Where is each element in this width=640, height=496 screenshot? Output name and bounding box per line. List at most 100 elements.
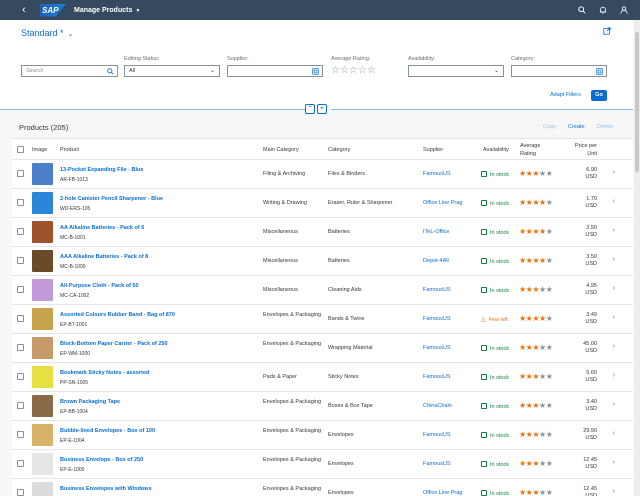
price-value: 4.95: [586, 283, 597, 289]
chevron-right-icon[interactable]: ›: [613, 430, 615, 437]
row-checkbox[interactable]: [17, 344, 24, 351]
row-checkbox[interactable]: [17, 489, 24, 496]
table-row[interactable]: Bookmark Sticky Notes - assorted PP-SN-10…: [12, 363, 633, 392]
variant-selector[interactable]: Standard * ⌄: [21, 28, 73, 38]
supplier-link[interactable]: Office Line Prag: [423, 200, 462, 207]
scrollbar-thumb[interactable]: [635, 32, 639, 172]
chevron-right-icon[interactable]: ›: [613, 488, 615, 495]
bell-icon[interactable]: [599, 6, 607, 14]
pin-header-icon[interactable]: ⌖: [317, 104, 327, 114]
chevron-right-icon[interactable]: ›: [613, 459, 615, 466]
value-help-icon[interactable]: [596, 68, 603, 75]
table-row[interactable]: Bubble-lined Envelopes - Box of 100 EP-E-…: [12, 421, 633, 450]
row-checkbox[interactable]: [17, 228, 24, 235]
chevron-right-icon[interactable]: ›: [613, 169, 615, 176]
availability-select[interactable]: ⌄: [408, 65, 504, 77]
app-title-menu[interactable]: Manage Products ▼: [74, 7, 140, 14]
col-main-category[interactable]: Main Category: [263, 147, 299, 153]
supplier-link[interactable]: FamousUS: [423, 374, 451, 381]
row-checkbox[interactable]: [17, 431, 24, 438]
copy-button[interactable]: Copy: [543, 124, 556, 130]
col-price-line1[interactable]: Price per: [575, 143, 597, 149]
collapse-header-icon[interactable]: ⌃: [305, 104, 315, 114]
chevron-right-icon[interactable]: ›: [613, 285, 615, 292]
table-row[interactable]: Assorted Colours Rubber Band - Bag of 87…: [12, 305, 633, 334]
product-name-link[interactable]: Block-Bottom Paper Carrier - Pack of 250: [60, 341, 168, 347]
value-help-icon[interactable]: [312, 68, 319, 75]
row-checkbox[interactable]: [17, 286, 24, 293]
search-input[interactable]: Search: [21, 65, 118, 77]
supplier-link[interactable]: Depot-4All: [423, 258, 449, 265]
col-image[interactable]: Image: [32, 147, 47, 153]
table-row[interactable]: Business Envelopes with Windows Envelopes…: [12, 479, 633, 496]
adapt-filters-button[interactable]: Adapt Filters: [550, 92, 581, 98]
col-supplier[interactable]: Supplier: [423, 147, 443, 153]
product-name-link[interactable]: All-Purpose Cloth - Pack of 50: [60, 283, 139, 289]
supplier-link[interactable]: FamousUS: [423, 171, 451, 178]
main-category-cell: Miscellaneous: [263, 229, 298, 235]
product-name-link[interactable]: 2-hole Canister Pencil Sharpener - Blue: [60, 196, 163, 202]
product-name-link[interactable]: Business Envelope - Box of 250: [60, 457, 143, 463]
table-row[interactable]: AAA Alkaline Batteries - Pack of 8 MC-B-1…: [12, 247, 633, 276]
row-checkbox[interactable]: [17, 257, 24, 264]
product-name-link[interactable]: Assorted Colours Rubber Band - Bag of 87…: [60, 312, 175, 318]
select-all-checkbox[interactable]: [17, 146, 24, 153]
delete-button[interactable]: Delete: [597, 124, 613, 130]
product-name-link[interactable]: AAA Alkaline Batteries - Pack of 8: [60, 254, 148, 260]
table-row[interactable]: Block-Bottom Paper Carrier - Pack of 250…: [12, 334, 633, 363]
category-input[interactable]: [511, 65, 607, 77]
table-row[interactable]: Brown Packaging Tape EP-BB-1004 Envelopes …: [12, 392, 633, 421]
table-row[interactable]: 2-hole Canister Pencil Sharpener - Blue W…: [12, 189, 633, 218]
product-name-link[interactable]: Business Envelopes with Windows: [60, 486, 152, 492]
search-icon[interactable]: [578, 6, 586, 14]
supplier-link[interactable]: FamousUS: [423, 287, 451, 294]
supplier-link[interactable]: FamousUS: [423, 316, 451, 323]
chevron-right-icon[interactable]: ›: [613, 256, 615, 263]
row-checkbox[interactable]: [17, 315, 24, 322]
product-name-link[interactable]: AA Alkaline Batteries - Pack of 6: [60, 225, 144, 231]
col-product[interactable]: Product: [60, 147, 79, 153]
table-row[interactable]: 13-Pocket Expanding File - Blue AR-FB-101…: [12, 160, 633, 189]
table-row[interactable]: Business Envelope - Box of 250 EP-E-1000 E…: [12, 450, 633, 479]
supplier-link[interactable]: FamousUS: [423, 461, 451, 468]
product-name-link[interactable]: Bookmark Sticky Notes - assorted: [60, 370, 149, 376]
product-thumbnail: [32, 279, 53, 301]
chevron-right-icon[interactable]: ›: [613, 343, 615, 350]
row-checkbox[interactable]: [17, 460, 24, 467]
create-button[interactable]: Create: [568, 124, 585, 130]
product-name-link[interactable]: Bubble-lined Envelopes - Box of 100: [60, 428, 155, 434]
chevron-right-icon[interactable]: ›: [613, 372, 615, 379]
table-row[interactable]: AA Alkaline Batteries - Pack of 6 MC-B-10…: [12, 218, 633, 247]
supplier-link[interactable]: ITeL-Office: [423, 229, 450, 236]
search-icon[interactable]: [107, 68, 114, 75]
chevron-right-icon[interactable]: ›: [613, 314, 615, 321]
supplier-link[interactable]: FamousUS: [423, 345, 451, 352]
back-icon[interactable]: ‹: [22, 0, 36, 20]
chevron-right-icon[interactable]: ›: [613, 198, 615, 205]
col-rating-line2[interactable]: Rating: [520, 151, 536, 157]
editing-status-select[interactable]: All ⌄: [124, 65, 220, 77]
supplier-link[interactable]: FamousUS: [423, 432, 451, 439]
rating-filter-stars[interactable]: ☆☆☆☆☆: [331, 65, 376, 76]
product-name-link[interactable]: 13-Pocket Expanding File - Blue: [60, 167, 143, 173]
share-icon[interactable]: [603, 27, 611, 35]
page-scrollbar[interactable]: [634, 20, 640, 496]
supplier-input[interactable]: [227, 65, 323, 77]
col-availability[interactable]: Availability: [483, 147, 509, 153]
table-row[interactable]: All-Purpose Cloth - Pack of 50 MC-CA-1002…: [12, 276, 633, 305]
go-button[interactable]: Go: [591, 90, 607, 101]
row-checkbox[interactable]: [17, 199, 24, 206]
chevron-right-icon[interactable]: ›: [613, 401, 615, 408]
row-checkbox[interactable]: [17, 170, 24, 177]
in-stock-icon: [481, 461, 487, 467]
supplier-link[interactable]: ChinaChain: [423, 403, 452, 410]
supplier-link[interactable]: Office Line Prag: [423, 490, 462, 496]
row-checkbox[interactable]: [17, 402, 24, 409]
row-checkbox[interactable]: [17, 373, 24, 380]
user-icon[interactable]: [620, 6, 628, 14]
product-name-link[interactable]: Brown Packaging Tape: [60, 399, 120, 405]
col-price-line2[interactable]: Unit: [587, 151, 597, 157]
chevron-right-icon[interactable]: ›: [613, 227, 615, 234]
col-rating-line1[interactable]: Average: [520, 143, 540, 149]
col-category[interactable]: Category: [328, 147, 350, 153]
